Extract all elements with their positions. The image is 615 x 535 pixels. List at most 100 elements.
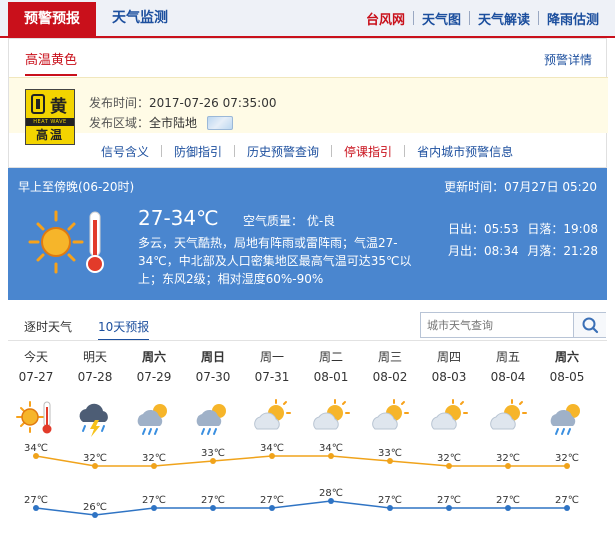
cloud-rain-icon (137, 404, 167, 435)
moonset-value: 21:28 (563, 244, 598, 258)
temperature-label: 27℃ (378, 495, 402, 506)
partly-cloudy-icon (372, 399, 409, 430)
temperature-label: 34℃ (24, 443, 48, 454)
day-weekday: 今天 (23, 350, 48, 364)
day-date: 07-28 (77, 370, 113, 384)
forecast-temperature: 27-34℃ (138, 206, 219, 230)
publish-time-value: 2017-07-26 07:35:00 (149, 96, 277, 110)
nav-links: 台风网 天气图 天气解读 降雨估测 (358, 0, 607, 36)
sunset-label: 日落： (527, 222, 564, 236)
air-quality: 空气质量： 优-良 (243, 214, 336, 228)
forecast-panel: 早上至傍晚(06-20时) 更新时间：07月27日 05:20 27-34℃ 空… (8, 168, 607, 300)
heat-warning-icon-top: 黄 (26, 90, 74, 118)
city-search (420, 312, 606, 338)
day-weekday: 周二 (318, 350, 343, 364)
day-date: 08-05 (549, 370, 585, 384)
sunset-value: 19:08 (563, 222, 598, 236)
warning-icon-english: HEAT WAVE (26, 118, 74, 126)
temperature-label: 27℃ (24, 495, 48, 506)
temperature-label: 32℃ (83, 453, 107, 464)
partly-cloudy-icon (490, 399, 527, 430)
day-date: 07-30 (195, 370, 231, 384)
day-weekday: 周四 (436, 350, 461, 364)
forecast-day: 周日 07-30 (183, 348, 243, 384)
day-date: 08-04 (490, 370, 526, 384)
heat-warning-icon: 黄 HEAT WAVE 高温 (25, 89, 75, 145)
tab-weather-monitor[interactable]: 天气监测 (112, 0, 168, 36)
top-nav: 预警预报 天气监测 台风网 天气图 天气解读 降雨估测 (0, 0, 615, 38)
search-button[interactable] (573, 313, 606, 337)
temperature-label: 27℃ (437, 495, 461, 506)
tab-hourly-weather[interactable]: 逐时天气 (24, 318, 72, 335)
forecast-description: 多云，天气酷热，局地有阵雨或雷阵雨；气温27-34℃，中北部及人口密集地区最高气… (138, 236, 412, 286)
forecast-day: 周四 08-03 (419, 348, 479, 384)
sunrise-value: 05:53 (484, 222, 519, 236)
search-icon (582, 317, 599, 334)
link-signal-meaning[interactable]: 信号含义 (89, 143, 161, 160)
day-weekday: 周三 (377, 350, 402, 364)
temperature-label: 27℃ (496, 495, 520, 506)
thermometer-icon (31, 94, 45, 114)
day-date: 08-01 (313, 370, 349, 384)
temperature-label: 33℃ (201, 448, 225, 459)
forecast-day: 周三 08-02 (360, 348, 420, 384)
tabs-divider (8, 340, 607, 341)
forecast-period: 早上至傍晚(06-20时) (18, 180, 135, 194)
sunset: 日落：19:08 (527, 218, 598, 240)
cloud-rain-icon (196, 404, 226, 435)
sun-thermometer-icon (28, 208, 118, 278)
day-weekday: 周五 (495, 350, 520, 364)
map-icon[interactable] (207, 115, 234, 130)
temperature-label: 32℃ (142, 453, 166, 464)
temperature-label: 34℃ (319, 443, 343, 454)
nav-link-weather-analysis[interactable]: 天气解读 (470, 9, 538, 28)
day-date: 07-27 (18, 370, 54, 384)
moonset-label: 月落： (527, 244, 564, 258)
temperature-label: 27℃ (555, 495, 579, 506)
day-date: 08-03 (431, 370, 467, 384)
partly-cloudy-icon (313, 399, 350, 430)
warning-detail-link[interactable]: 预警详情 (544, 51, 592, 68)
forecast-day: 今天 07-27 (6, 348, 66, 384)
moonrise-value: 08:34 (484, 244, 519, 258)
city-search-input[interactable] (427, 317, 567, 333)
warning-publish-time: 发布时间：2017-07-26 07:35:00 (89, 94, 276, 111)
forecast-update-time: 更新时间：07月27日 05:20 (444, 180, 597, 194)
sunrise: 日出：05:53 (448, 218, 519, 240)
link-class-suspension-guide[interactable]: 停课指引 (332, 143, 404, 160)
day-weekday: 明天 (82, 350, 107, 364)
sun-thermometer-icon (16, 401, 52, 434)
nav-link-typhoon[interactable]: 台风网 (358, 9, 413, 28)
temperature-label: 33℃ (378, 448, 402, 459)
sun-row: 日出：05:53 日落：19:08 (448, 218, 598, 240)
temperature-label: 32℃ (437, 453, 461, 464)
sunrise-label: 日出： (448, 222, 485, 236)
link-history-query[interactable]: 历史预警查询 (235, 143, 331, 160)
nav-link-weather-map[interactable]: 天气图 (414, 9, 469, 28)
temperature-label: 32℃ (555, 453, 579, 464)
temperature-line (35, 500, 567, 516)
tab-warning-forecast[interactable]: 预警预报 (8, 2, 96, 38)
warning-level-title[interactable]: 高温黄色 (25, 49, 78, 76)
link-defense-guide[interactable]: 防御指引 (162, 143, 234, 160)
day-weekday: 周日 (200, 350, 225, 364)
warning-level-char: 黄 (50, 97, 67, 117)
tab-10-day-forecast[interactable]: 10天预报 (98, 318, 150, 341)
day-date: 07-29 (136, 370, 172, 384)
day-weekday: 周六 (141, 350, 166, 364)
day-weekday: 周六 (554, 350, 579, 364)
nav-link-rain-estimate[interactable]: 降雨估测 (539, 9, 607, 28)
moonrise: 月出：08:34 (448, 240, 519, 262)
publish-area-value: 全市陆地 (149, 116, 198, 130)
link-provincial-warnings[interactable]: 省内城市预警信息 (405, 143, 525, 160)
forecast-day: 周六 08-05 (537, 348, 597, 384)
publish-time-label: 发布时间： (89, 96, 150, 110)
partly-cloudy-icon (431, 399, 468, 430)
moon-row: 月出：08:34 月落：21:28 (448, 240, 598, 262)
warning-panel: 高温黄色 预警详情 黄 HEAT WAVE 高温 发布时间：2017-07-26… (8, 38, 608, 168)
moonrise-label: 月出： (448, 244, 485, 258)
temperature-chart: 34℃ 32℃ 32℃ 33℃ 34℃ 34℃ 33℃ 32℃ 32℃ 32℃ 27℃ 26℃ 27℃ 2… (24, 443, 579, 518)
temperature-label: 27℃ (201, 495, 225, 506)
forecast-day: 明天 07-28 (65, 348, 125, 384)
forecast-day: 周二 08-01 (301, 348, 361, 384)
